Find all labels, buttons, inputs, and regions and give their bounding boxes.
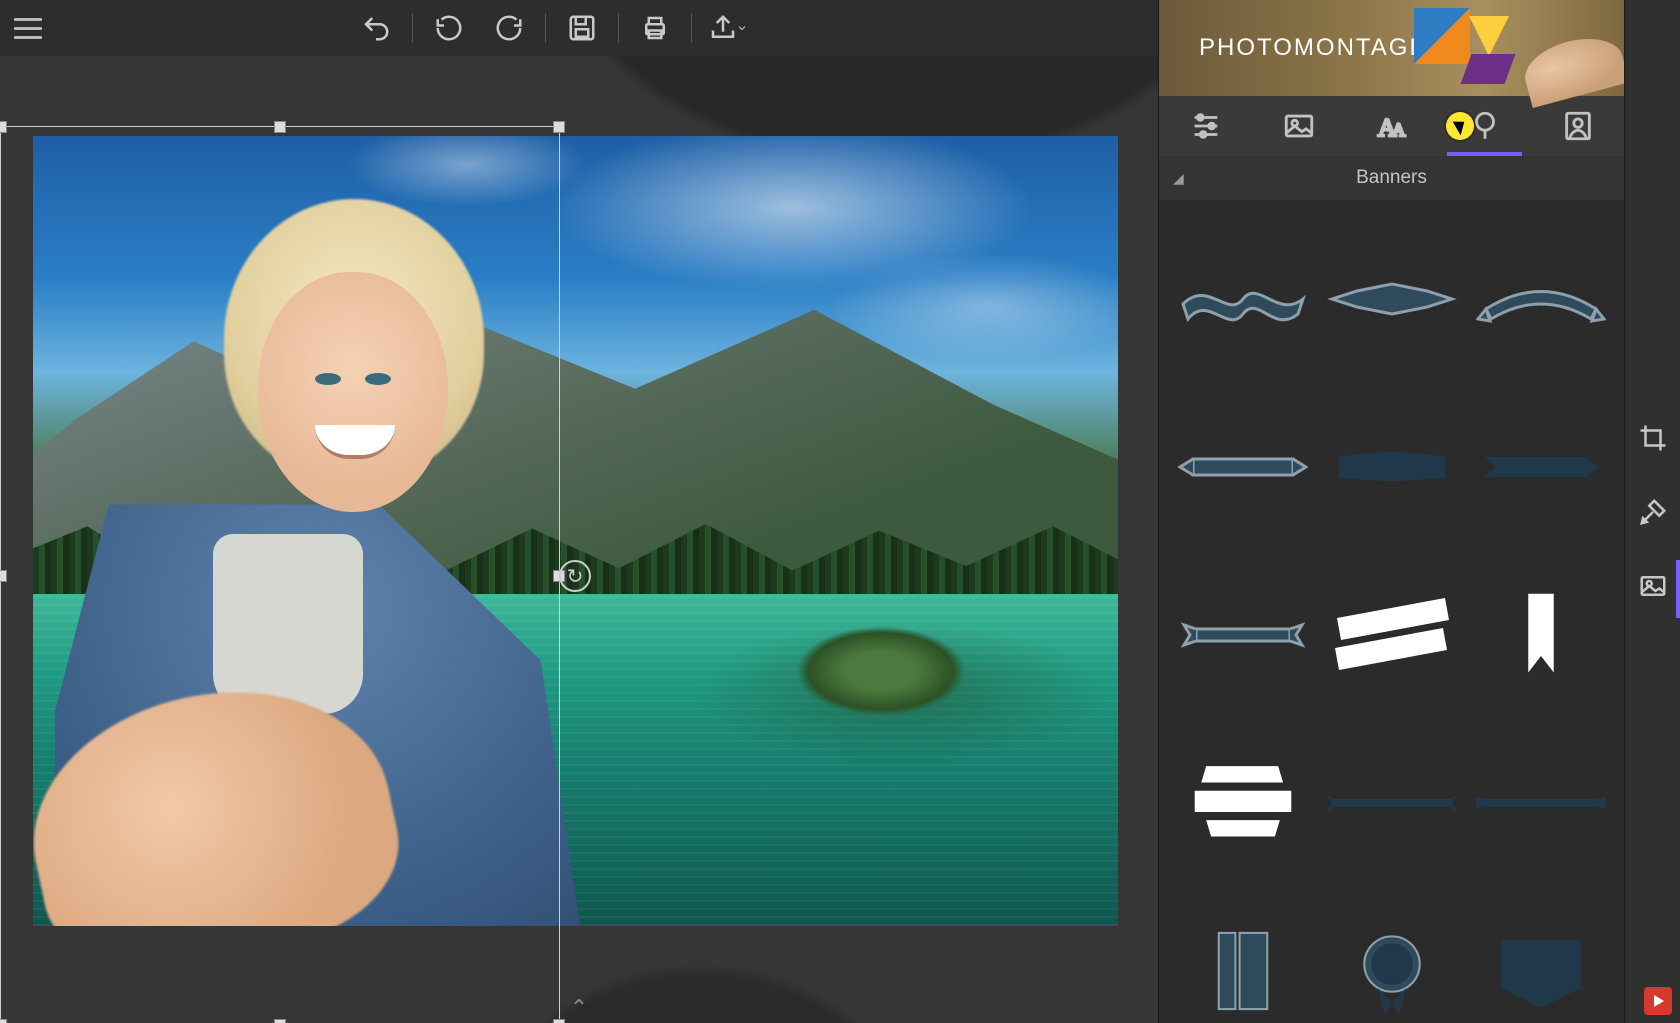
panel-tabs: AA (1159, 96, 1624, 156)
person-layer (55, 199, 619, 926)
tab-image[interactable] (1252, 96, 1345, 156)
svg-text:A: A (1392, 120, 1406, 140)
panel-title: PHOTOMONTAGE (1199, 34, 1427, 62)
undo-big-button[interactable] (346, 0, 406, 56)
asset-grid (1159, 200, 1624, 1023)
resize-handle-bottom-right[interactable] (553, 1019, 565, 1023)
resize-handle-bottom-left[interactable] (0, 1019, 7, 1023)
resize-handle-top-left[interactable] (0, 121, 7, 133)
asset-ribbon-arc[interactable] (1471, 224, 1610, 374)
composite-image[interactable] (33, 136, 1118, 926)
share-button[interactable] (698, 0, 758, 56)
collapse-caret-icon[interactable]: ◢ (1173, 170, 1184, 187)
canvas-area[interactable]: ⌃ (0, 56, 1158, 1023)
asset-badge-medal[interactable] (1322, 896, 1461, 1023)
asset-ribbon-wave[interactable] (1173, 224, 1312, 374)
save-button[interactable] (552, 0, 612, 56)
island-layer (796, 626, 966, 716)
resize-handle-mid-left[interactable] (0, 570, 7, 582)
expand-bottom-panel-button[interactable]: ⌃ (570, 995, 588, 1021)
menu-button[interactable] (0, 0, 56, 56)
play-button[interactable] (1644, 987, 1672, 1015)
asset-banner-diagonal-white[interactable] (1322, 560, 1461, 710)
asset-ribbon-flat-dark[interactable] (1322, 392, 1461, 542)
redo-button[interactable] (479, 0, 539, 56)
undo-button[interactable] (419, 0, 479, 56)
asset-banner-point[interactable] (1471, 896, 1610, 1023)
tangram-graphic (1414, 8, 1524, 88)
rotate-handle[interactable] (559, 560, 591, 592)
asset-ribbon-diamond[interactable] (1322, 224, 1461, 374)
asset-bookmark-white[interactable] (1471, 560, 1610, 710)
asset-ribbon-thin-dark-a[interactable] (1322, 728, 1461, 878)
asset-ribbon-flag-dark[interactable] (1471, 392, 1610, 542)
panel-hero: PHOTOMONTAGE (1159, 0, 1624, 96)
print-button[interactable] (625, 0, 685, 56)
resize-handle-top-right[interactable] (553, 121, 565, 133)
cursor-highlight-icon (1446, 112, 1474, 140)
right-tool-rail (1624, 0, 1680, 1023)
section-header[interactable]: ◢ Banners (1159, 156, 1624, 200)
asset-badge-rect[interactable] (1173, 896, 1312, 1023)
divider (691, 13, 692, 43)
divider (545, 13, 546, 43)
rail-active-indicator (1676, 560, 1680, 618)
asset-ribbon-thin-dark-b[interactable] (1471, 728, 1610, 878)
tab-portrait[interactable] (1531, 96, 1624, 156)
image-fill-tool-button[interactable] (1635, 568, 1671, 604)
divider (412, 13, 413, 43)
section-title: Banners (1356, 167, 1427, 189)
divider (618, 13, 619, 43)
right-panel: PHOTOMONTAGE AA ◢ Banners (1158, 0, 1624, 1023)
asset-ribbon-flat[interactable] (1173, 392, 1312, 542)
resize-handle-bottom-mid[interactable] (274, 1019, 286, 1023)
asset-ribbon-notch[interactable] (1173, 560, 1312, 710)
tab-adjust[interactable] (1159, 96, 1252, 156)
asset-banner-stack-white[interactable] (1173, 728, 1312, 878)
resize-handle-top-mid[interactable] (274, 121, 286, 133)
tab-text[interactable]: AA (1345, 96, 1438, 156)
crop-tool-button[interactable] (1635, 420, 1671, 456)
eyedropper-tool-button[interactable] (1635, 494, 1671, 530)
